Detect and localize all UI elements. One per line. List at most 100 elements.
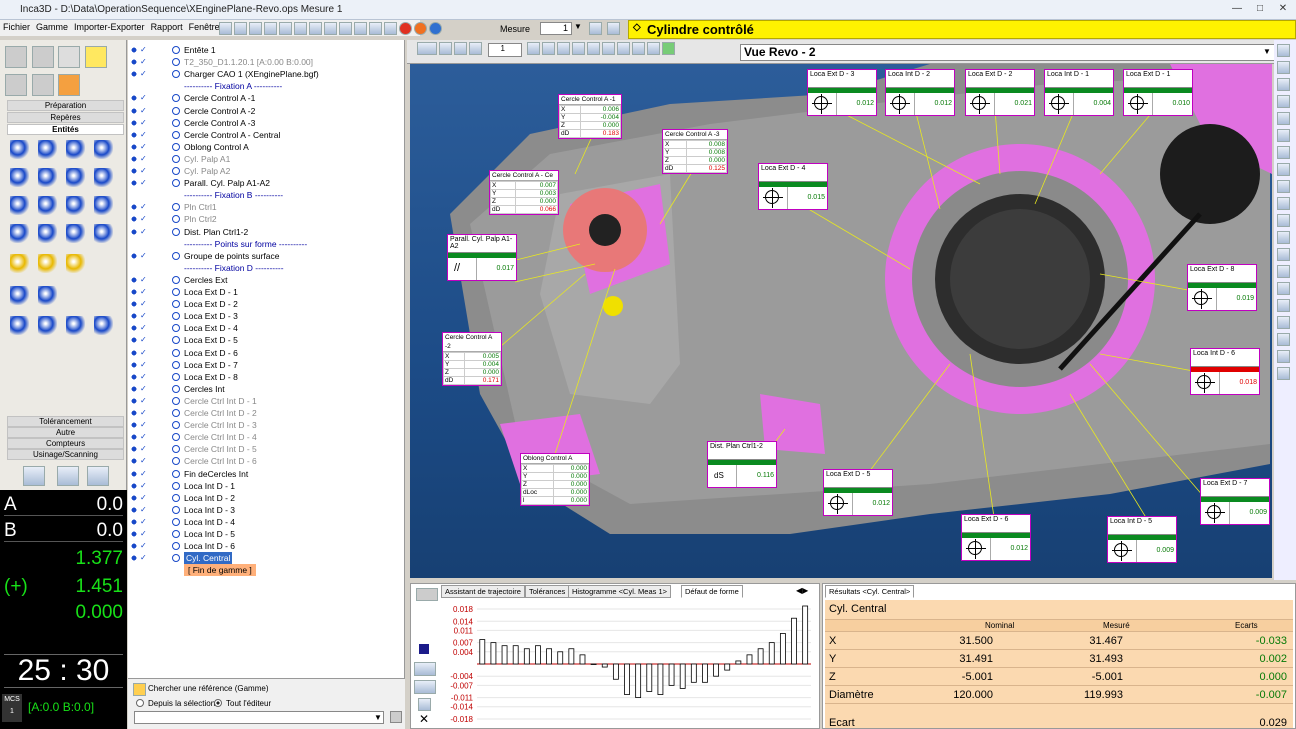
view-icon[interactable] — [602, 42, 616, 55]
tree-item[interactable]: ---------- Points sur forme ---------- — [128, 238, 404, 250]
check-icon[interactable]: ✓ — [140, 117, 148, 127]
help-icon[interactable] — [429, 22, 442, 35]
visibility-icon[interactable] — [130, 154, 138, 163]
tool-icon[interactable] — [384, 22, 397, 35]
check-icon[interactable]: ✓ — [140, 516, 148, 526]
view-tool-icon[interactable] — [1277, 299, 1290, 312]
slot-icon[interactable] — [66, 168, 85, 187]
view-tool-icon[interactable] — [1277, 367, 1290, 380]
check-icon[interactable]: ✓ — [140, 165, 148, 175]
section-compteurs[interactable]: Compteurs — [7, 438, 124, 449]
check-icon[interactable]: ✓ — [140, 201, 148, 211]
search-button[interactable] — [390, 711, 402, 723]
xyz-label[interactable]: Cercle Control A -2 X 0.005 Y 0.004 Z 0.000 dD 0… — [442, 332, 502, 386]
xyz-label[interactable]: Cercle Control A -3 X 0.008 Y 0.008 Z 0.000 dD 0… — [662, 129, 728, 174]
measurement-label[interactable]: Parall. Cyl. Palp A1-A2 // 0.017 — [447, 234, 517, 281]
chevron-down-icon[interactable]: ▼ — [1263, 47, 1271, 56]
view-tool-icon[interactable] — [1277, 231, 1290, 244]
measure-run-icon[interactable] — [607, 22, 620, 35]
check-icon[interactable]: ✓ — [140, 492, 148, 502]
tool-icon[interactable] — [369, 22, 382, 35]
intersect-icon[interactable] — [10, 254, 29, 273]
visibility-icon[interactable] — [130, 384, 138, 393]
tree-item[interactable]: ✓ Fin deCercles Int — [128, 468, 404, 480]
tree-item[interactable]: ✓ Groupe de points surface — [128, 250, 404, 262]
tree-item[interactable]: ✓ Cyl. Palp A2 — [128, 165, 404, 177]
tree-item[interactable]: ✓ Loca Int D - 6 — [128, 540, 404, 552]
check-icon[interactable]: ✓ — [140, 177, 148, 187]
view-tool-icon[interactable] — [1277, 163, 1290, 176]
view-tool-icon[interactable] — [1277, 214, 1290, 227]
check-icon[interactable]: ✓ — [140, 56, 148, 66]
menu-gamme[interactable]: Gamme — [33, 20, 71, 34]
torus-icon[interactable] — [38, 196, 57, 215]
tree-item[interactable]: ---------- Fixation B ---------- — [128, 189, 404, 201]
record-icon[interactable] — [31, 46, 54, 68]
curve-icon[interactable] — [66, 196, 85, 215]
tree-item[interactable]: ✓ Dist. Plan Ctrl1-2 — [128, 226, 404, 238]
3d-viewport[interactable]: Loca Ext D - 3 0.012 Loca Int D - 2 0.012 Lo… — [410, 64, 1272, 578]
tree-item[interactable]: ✓ Loca Ext D - 2 — [128, 298, 404, 310]
clear-icon[interactable] — [416, 588, 438, 601]
tool-icon[interactable] — [354, 22, 367, 35]
section-usinage-scanning[interactable]: Usinage/Scanning — [7, 449, 124, 460]
check-icon[interactable]: ✓ — [140, 310, 148, 320]
mesure-input[interactable]: 1 — [540, 22, 572, 35]
tree-item[interactable]: ✓ T2_350_D1.1.20.1 [A:0.00 B:0.00] — [128, 56, 404, 68]
visibility-icon[interactable] — [130, 94, 138, 103]
view-icon[interactable] — [527, 42, 541, 55]
check-icon[interactable]: ✓ — [140, 298, 148, 308]
tree-item[interactable]: ✓ Cercle Control A -1 — [128, 92, 404, 104]
tab-scroll-icon[interactable]: ◀▶ — [796, 586, 808, 595]
check-icon[interactable]: ✓ — [140, 468, 148, 478]
view-icon[interactable] — [632, 42, 646, 55]
measurement-label[interactable]: Loca Ext D - 3 0.012 — [807, 69, 877, 116]
view-icon[interactable] — [617, 42, 631, 55]
tree-item[interactable]: ✓ Cercle Control A -3 — [128, 117, 404, 129]
check-icon[interactable]: ✓ — [140, 141, 148, 151]
visibility-icon[interactable] — [130, 493, 138, 502]
close-button[interactable]: ✕ — [1274, 3, 1292, 16]
visibility-icon[interactable] — [130, 142, 138, 151]
check-icon[interactable]: ✓ — [140, 419, 148, 429]
xyz-label[interactable]: Cercle Control A - Ce X 0.007 Y 0.003 Z 0.000 d… — [489, 170, 559, 215]
view-icon[interactable] — [557, 42, 571, 55]
tree-item[interactable]: ---------- Fixation D ---------- — [128, 262, 404, 274]
check-icon[interactable]: ✓ — [140, 68, 148, 78]
check-icon[interactable]: ✓ — [140, 371, 148, 381]
tree-item[interactable]: ✓ Cercle Ctrl Int D - 4 — [128, 431, 404, 443]
cylinder-icon[interactable] — [10, 168, 29, 187]
view-tool-icon[interactable] — [1277, 95, 1290, 108]
check-icon[interactable]: ✓ — [140, 322, 148, 332]
visibility-icon[interactable] — [130, 481, 138, 490]
view-icon[interactable] — [647, 42, 661, 55]
measure-icon[interactable] — [589, 22, 602, 35]
cloud-icon[interactable] — [414, 680, 436, 694]
view-tool-icon[interactable] — [1277, 44, 1290, 57]
visibility-icon[interactable] — [130, 288, 138, 296]
probe-icon[interactable] — [5, 74, 27, 96]
sphere-icon[interactable] — [10, 196, 29, 215]
visibility-icon[interactable] — [130, 118, 138, 127]
visibility-icon[interactable] — [130, 336, 138, 345]
tree-item[interactable]: ✓ Cercle Ctrl Int D - 3 — [128, 419, 404, 431]
visibility-icon[interactable] — [130, 554, 138, 563]
measurement-label[interactable]: Loca Ext D - 5 0.012 — [823, 469, 893, 516]
save-icon[interactable] — [249, 22, 262, 35]
view-icon[interactable] — [587, 42, 601, 55]
view-icon[interactable] — [542, 42, 556, 55]
tree-item[interactable]: ---------- Fixation A ---------- — [128, 80, 404, 92]
chevron-down-icon[interactable]: ▼ — [574, 22, 582, 31]
visibility-icon[interactable] — [130, 505, 138, 514]
measurement-label[interactable]: Dist. Plan Ctrl1-2 dS 0.116 — [707, 441, 777, 488]
radio-editor[interactable] — [214, 699, 222, 707]
point-cloud-icon[interactable] — [38, 286, 57, 305]
view-tool-icon[interactable] — [1277, 78, 1290, 91]
measurement-label[interactable]: Loca Ext D - 1 0.010 — [1123, 69, 1193, 116]
tree-item[interactable]: ✓ Oblong Control A — [128, 141, 404, 153]
tree-item[interactable]: ✓ Loca Int D - 5 — [128, 528, 404, 540]
section-reperes[interactable]: Repères — [7, 112, 124, 123]
visibility-icon[interactable] — [130, 445, 138, 454]
radio-selection[interactable] — [136, 699, 144, 707]
visibility-icon[interactable] — [130, 58, 138, 67]
